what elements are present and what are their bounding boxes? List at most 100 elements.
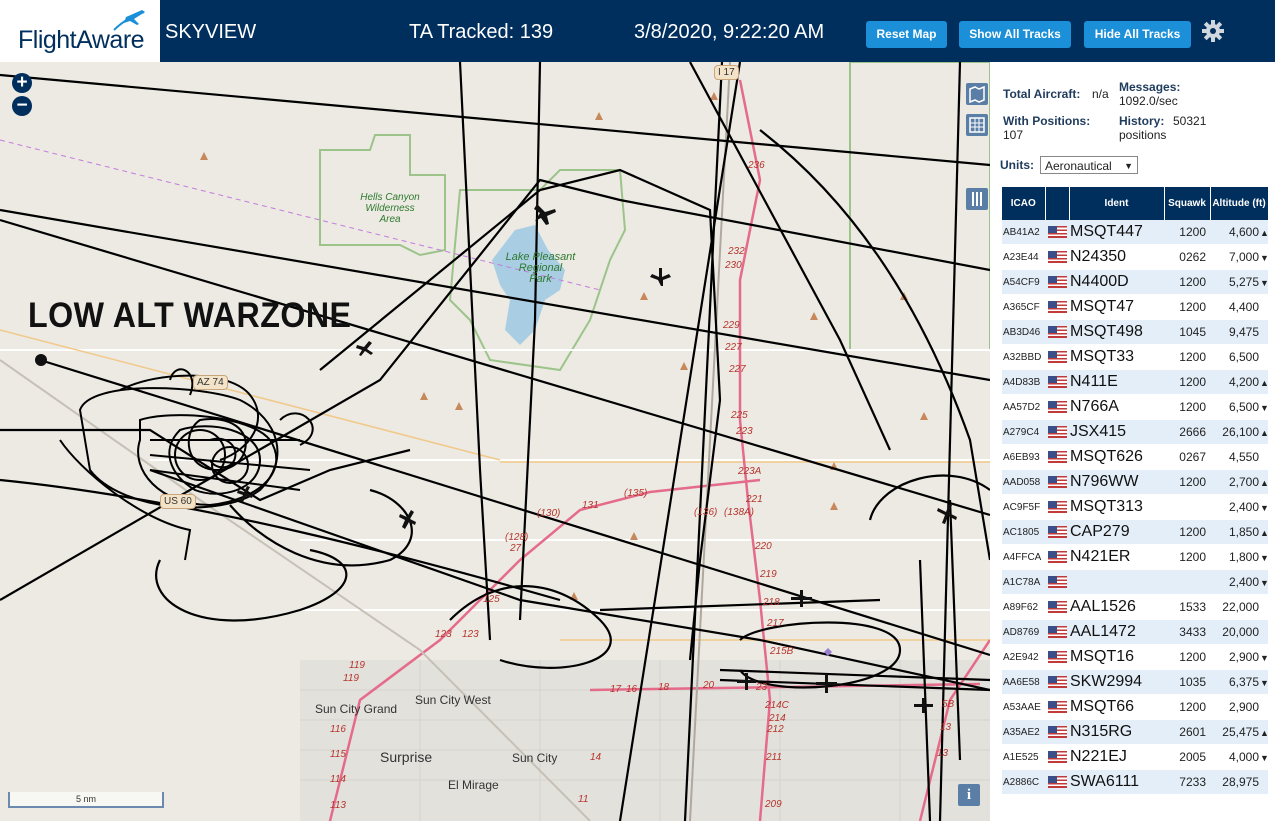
table-row[interactable]: A4FFCAN421ER12001,800▼	[1002, 544, 1268, 570]
table-row[interactable]: AD8769 AAL1472 3433 20,000	[1002, 619, 1268, 645]
table-row[interactable]: A1C78A 2,400▼	[1002, 569, 1268, 595]
road-number: 123	[462, 629, 479, 640]
zoom-out-button[interactable]: −	[12, 96, 32, 116]
hide-all-tracks-button[interactable]: Hide All Tracks	[1084, 21, 1191, 48]
show-all-tracks-button[interactable]: Show All Tracks	[959, 21, 1071, 48]
table-row[interactable]: A54CF9N4400D12005,275▼	[1002, 269, 1268, 295]
table-row[interactable]: A2E942MSQT1612002,900▼	[1002, 644, 1268, 670]
us-flag-icon	[1047, 600, 1067, 613]
trend-down-icon: ▼	[1260, 503, 1268, 513]
altitude-cell: 1,850▲	[1210, 519, 1268, 545]
columns-toggle-icon[interactable]	[966, 188, 988, 210]
zoom-in-button[interactable]: +	[12, 73, 32, 93]
squawk-cell	[1164, 494, 1210, 520]
ident-cell: MSQT626	[1069, 444, 1164, 470]
altitude-cell: 7,000▼	[1210, 244, 1268, 270]
table-row[interactable]: AC9F5F MSQT313 2,400▼	[1002, 494, 1268, 520]
squawk-cell	[1164, 569, 1210, 595]
map-canvas[interactable]	[0, 62, 990, 821]
flag-cell	[1045, 494, 1069, 520]
trend-down-icon: ▼	[1260, 278, 1268, 288]
altitude-value: 4,000	[1228, 750, 1259, 764]
altitude-cell: 2,400▼	[1210, 494, 1268, 520]
ident-cell: N421ER	[1069, 544, 1164, 570]
table-row[interactable]: AB3D46 MSQT498 1045 9,475	[1002, 319, 1268, 345]
us-flag-icon	[1047, 700, 1067, 713]
total-aircraft-label: Total Aircraft:	[1003, 87, 1081, 101]
column-header-ident[interactable]: Ident	[1069, 187, 1165, 220]
road-number: 123	[435, 629, 452, 640]
squawk-cell: 1200	[1164, 220, 1210, 245]
us-flag-icon	[1047, 625, 1067, 638]
table-row[interactable]: A2886C SWA6111 7233 28,975	[1002, 769, 1268, 795]
altitude-cell: 2,700▲	[1210, 469, 1268, 495]
table-row[interactable]: A4D83BN411E12004,200▲	[1002, 369, 1268, 395]
ident-cell: N315RG	[1069, 719, 1164, 745]
table-row[interactable]: AAD058N796WW12002,700▲	[1002, 469, 1268, 495]
altitude-cell: 5,275▼	[1210, 269, 1268, 295]
ident-cell: CAP279	[1069, 519, 1164, 545]
info-button[interactable]: i	[958, 784, 980, 806]
gear-icon[interactable]	[1201, 19, 1225, 43]
trend-up-icon: ▲	[1260, 528, 1268, 538]
table-row[interactable]: AC1805 CAP27912001,850▲	[1002, 519, 1268, 545]
icao-cell: A4D83B	[1002, 369, 1045, 395]
table-row[interactable]: A365CF MSQT47 1200 4,400	[1002, 294, 1268, 320]
annotation-label: LOW ALT WARZONE	[28, 296, 352, 335]
table-row[interactable]: A32BBD MSQT33 1200 6,500	[1002, 344, 1268, 370]
map-grid-icon[interactable]	[966, 114, 988, 136]
trend-down-icon: ▼	[1260, 403, 1268, 413]
table-row[interactable]: A53AAE MSQT66 1200 2,900	[1002, 694, 1268, 720]
altitude-value: 2,900	[1228, 650, 1259, 664]
flag-cell	[1045, 294, 1069, 320]
map-layer-icon[interactable]	[966, 83, 988, 105]
altitude-value: 4,550	[1228, 450, 1259, 464]
column-header-icao[interactable]: ICAO	[1002, 187, 1046, 220]
altitude-cell: 26,100▲	[1210, 419, 1268, 445]
icao-cell: AC1805	[1002, 519, 1045, 545]
tracked-count: TA Tracked: 139	[409, 21, 554, 43]
squawk-cell: 0267	[1164, 444, 1210, 470]
units-select[interactable]: Aeronautical ▼	[1040, 156, 1138, 174]
road-number: (135)	[624, 488, 648, 499]
us-flag-icon	[1047, 650, 1067, 663]
squawk-cell: 1200	[1164, 269, 1210, 295]
map-view[interactable]: + − LOW ALT WARZONE Hells Canyon Wildern…	[0, 62, 990, 821]
table-row[interactable]: A6EB93 MSQT626 0267 4,550	[1002, 444, 1268, 470]
table-row[interactable]: AA6E58SKW299410356,375▼	[1002, 669, 1268, 695]
ident-cell: MSQT498	[1069, 319, 1164, 345]
table-row[interactable]: AB41A2MSQT44712004,600▲	[1002, 220, 1268, 245]
road-number: 17	[610, 684, 622, 695]
altitude-cell: 4,200▲	[1210, 369, 1268, 395]
icao-cell: A279C4	[1002, 419, 1045, 445]
road-number: (138A)	[724, 507, 755, 518]
aircraft-table: ICAO Ident Squawk Altitude (ft) AB41A2 MS…	[1002, 187, 1269, 795]
flag-cell	[1045, 244, 1069, 270]
ident-cell: N796WW	[1069, 469, 1164, 495]
road-number: 214C	[765, 700, 789, 711]
road-number: 223A	[738, 466, 762, 477]
table-row[interactable]: A23E44N2435002627,000▼	[1002, 244, 1268, 270]
column-header-altitude[interactable]: Altitude (ft)	[1210, 187, 1269, 220]
table-row[interactable]: A35AE2N315RG260125,475▲	[1002, 719, 1268, 745]
reset-map-button[interactable]: Reset Map	[866, 21, 947, 48]
table-row[interactable]: A1E525N221EJ20054,000▼	[1002, 744, 1268, 770]
road-number: 225	[731, 410, 748, 421]
ident-cell: MSQT47	[1069, 294, 1164, 320]
column-header-flag[interactable]	[1045, 187, 1070, 220]
us-flag-icon	[1047, 725, 1067, 738]
messages-label: Messages:	[1119, 80, 1181, 94]
table-row[interactable]: AA57D2N766A12006,500▼	[1002, 394, 1268, 420]
table-row[interactable]: A89F62 AAL1526 1533 22,000	[1002, 594, 1268, 620]
squawk-cell: 1200	[1164, 519, 1210, 545]
road-number: 131	[582, 500, 599, 511]
flag-cell	[1045, 394, 1069, 420]
column-header-squawk[interactable]: Squawk	[1164, 187, 1211, 220]
flightaware-logo[interactable]: FlightAware	[0, 0, 160, 62]
us-flag-icon	[1047, 225, 1067, 238]
altitude-value: 20,000	[1222, 625, 1259, 639]
us-flag-icon	[1047, 550, 1067, 563]
squawk-cell: 1200	[1164, 544, 1210, 570]
us-flag-icon	[1047, 300, 1067, 313]
table-row[interactable]: A279C4JSX415266626,100▲	[1002, 419, 1268, 445]
